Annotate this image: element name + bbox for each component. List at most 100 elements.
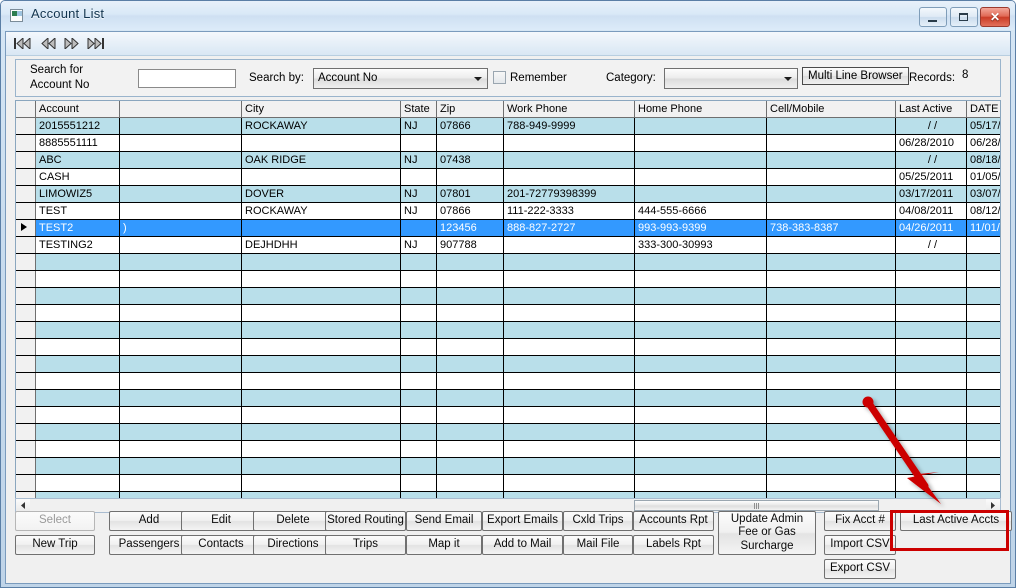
export-emails-button[interactable]: Export Emails [482, 511, 563, 531]
cell-account[interactable]: TESTING2 [35, 236, 120, 254]
cell-work_phone[interactable]: 788-949-9999 [503, 117, 635, 135]
add-button[interactable]: Add [109, 511, 189, 531]
cxld-trips-button[interactable]: Cxld Trips [563, 511, 633, 531]
cell-last_active[interactable]: 03/17/2011 [895, 185, 967, 203]
labels-rpt-button[interactable]: Labels Rpt [633, 535, 714, 555]
cell-date_opened[interactable]: 06/28/2010 [966, 134, 1000, 152]
directions-button[interactable]: Directions [253, 535, 333, 555]
table-row[interactable]: ABC OAK RIDGENJ07438 / /08/18/2010 [16, 151, 1000, 169]
cell-zip[interactable]: 07866 [436, 202, 504, 220]
table-row-empty[interactable] [16, 304, 1000, 322]
column-header-date_opened[interactable]: DATE Opened [966, 101, 1000, 118]
cell-account[interactable]: 2015551212 [35, 117, 120, 135]
new-trip-button[interactable]: New Trip [15, 535, 95, 555]
row-indicator[interactable] [16, 202, 36, 220]
first-record-button[interactable] [13, 35, 32, 52]
cell-company[interactable] [119, 168, 242, 186]
cell-date_opened[interactable]: 01/05/2011 [966, 168, 1000, 186]
table-row-empty[interactable] [16, 355, 1000, 373]
cell-company[interactable] [119, 202, 242, 220]
cell-date_opened[interactable]: 08/18/2010 [966, 151, 1000, 169]
add-to-mail-button[interactable]: Add to Mail [482, 535, 563, 555]
row-indicator[interactable] [16, 185, 36, 203]
table-row-empty[interactable] [16, 287, 1000, 305]
cell-zip[interactable]: 07438 [436, 151, 504, 169]
passengers-button[interactable]: Passengers [109, 535, 189, 555]
cell-date_opened[interactable]: 05/17/2011 [966, 117, 1000, 135]
cell-company[interactable]: ) [119, 219, 242, 237]
cell-company[interactable] [119, 151, 242, 169]
column-header-account[interactable]: Account [35, 101, 120, 118]
cell-home_phone[interactable] [634, 151, 767, 169]
previous-record-button[interactable] [39, 35, 58, 52]
search-by-select[interactable]: Account No [313, 68, 488, 89]
cell-city[interactable] [241, 219, 401, 237]
table-row[interactable]: TEST ROCKAWAY NJ 07866 111-222-3333 444-555-6… [16, 202, 1000, 220]
row-indicator[interactable] [16, 151, 36, 169]
cell-account[interactable]: LIMOWIZ5 [35, 185, 120, 203]
table-row-empty[interactable] [16, 253, 1000, 271]
row-indicator[interactable] [16, 134, 36, 152]
cell-state[interactable]: NJ [400, 117, 437, 135]
column-header-company[interactable] [119, 101, 242, 118]
export-csv-button[interactable]: Export CSV [824, 559, 896, 579]
cell-last_active[interactable]: 05/25/2011 [895, 168, 967, 186]
cell-zip[interactable]: 07801 [436, 185, 504, 203]
cell-account[interactable]: TEST2 [35, 219, 120, 237]
cell-zip[interactable]: 907788 [436, 236, 504, 254]
cell-city[interactable]: ROCKAWAY [241, 117, 401, 135]
cell-cell_mobile[interactable] [766, 185, 896, 203]
cell-last_active[interactable]: / / [895, 151, 967, 169]
cell-last_active[interactable]: 06/28/2010 [895, 134, 967, 152]
cell-home_phone[interactable]: 993-993-9399 [634, 219, 767, 237]
last-record-button[interactable] [86, 35, 105, 52]
close-button[interactable]: ✕ [980, 7, 1010, 27]
table-row[interactable]: CASH 05/25/201101/05/2011 [16, 168, 1000, 186]
cell-company[interactable] [119, 185, 242, 203]
cell-city[interactable] [241, 134, 401, 152]
cell-cell_mobile[interactable]: 738-383-8387 [766, 219, 896, 237]
cell-work_phone[interactable] [503, 236, 635, 254]
cell-city[interactable] [241, 168, 401, 186]
multi-line-browser-button[interactable]: Multi Line Browser [802, 67, 909, 85]
cell-last_active[interactable]: / / [895, 117, 967, 135]
cell-cell_mobile[interactable] [766, 236, 896, 254]
contacts-button[interactable]: Contacts [181, 535, 261, 555]
cell-state[interactable] [400, 219, 437, 237]
row-indicator[interactable] [16, 168, 36, 186]
cell-date_opened[interactable]: / / [966, 236, 1000, 254]
cell-city[interactable]: DOVER [241, 185, 401, 203]
cell-cell_mobile[interactable] [766, 117, 896, 135]
row-indicator[interactable] [16, 117, 36, 135]
cell-city[interactable]: ROCKAWAY [241, 202, 401, 220]
update-admin-fee-button[interactable]: Update Admin Fee or Gas Surcharge [718, 511, 816, 555]
cell-state[interactable]: NJ [400, 236, 437, 254]
table-row-empty[interactable] [16, 270, 1000, 288]
cell-state[interactable]: NJ [400, 202, 437, 220]
remember-checkbox[interactable] [493, 71, 506, 84]
cell-home_phone[interactable] [634, 117, 767, 135]
search-input[interactable] [138, 69, 236, 88]
table-row-empty[interactable] [16, 338, 1000, 356]
mail-file-button[interactable]: Mail File [563, 535, 633, 555]
column-header-cell_mobile[interactable]: Cell/Mobile [766, 101, 896, 118]
cell-last_active[interactable]: 04/08/2011 [895, 202, 967, 220]
table-row[interactable]: LIMOWIZ5 DOVER NJ 07801 201-72779398399 03/17… [16, 185, 1000, 203]
maximize-button[interactable] [950, 7, 978, 27]
cell-zip[interactable] [436, 168, 504, 186]
cell-account[interactable]: CASH [35, 168, 120, 186]
cell-cell_mobile[interactable] [766, 134, 896, 152]
map-it-button[interactable]: Map it [406, 535, 482, 555]
stored-routing-button[interactable]: Stored Routing [325, 511, 406, 531]
accounts-rpt-button[interactable]: Accounts Rpt [633, 511, 714, 531]
cell-city[interactable]: OAK RIDGE [241, 151, 401, 169]
cell-home_phone[interactable] [634, 134, 767, 152]
column-header-city[interactable]: City [241, 101, 401, 118]
cell-cell_mobile[interactable] [766, 151, 896, 169]
column-header-home_phone[interactable]: Home Phone [634, 101, 767, 118]
cell-account[interactable]: 8885551111 [35, 134, 120, 152]
cell-zip[interactable]: 07866 [436, 117, 504, 135]
cell-date_opened[interactable]: 11/01/2009 [966, 219, 1000, 237]
cell-work_phone[interactable] [503, 134, 635, 152]
table-row[interactable]: 8885551111 06/28/201006/28/2010 [16, 134, 1000, 152]
